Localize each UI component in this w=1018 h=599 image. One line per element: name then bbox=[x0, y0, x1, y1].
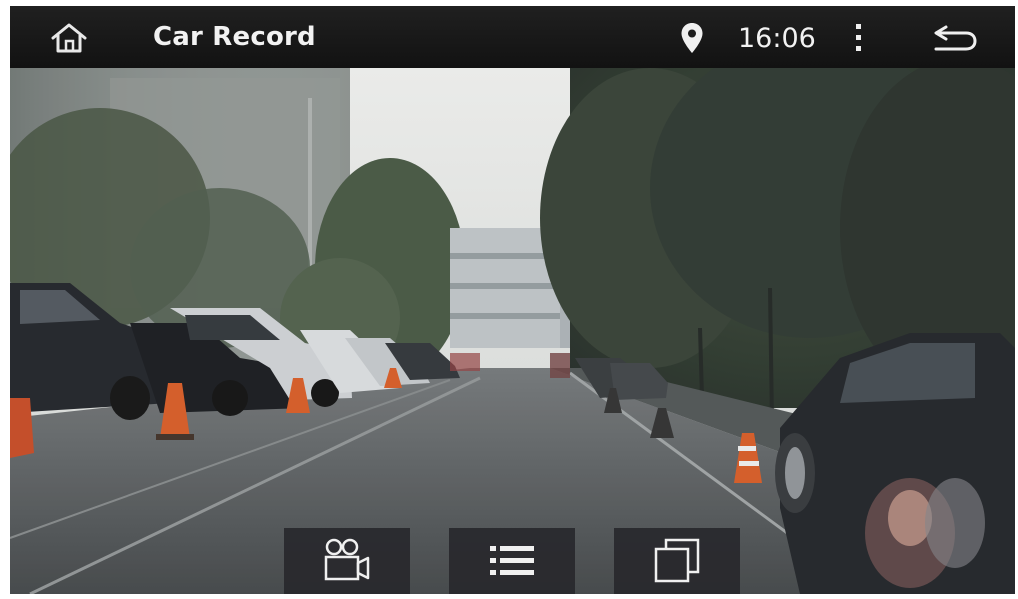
multi-window-button[interactable] bbox=[614, 528, 740, 594]
location-pin-icon bbox=[681, 23, 703, 53]
more-menu-button[interactable] bbox=[846, 20, 872, 56]
video-camera-icon bbox=[324, 538, 370, 581]
home-icon bbox=[51, 23, 87, 53]
back-button[interactable] bbox=[928, 20, 984, 56]
car-record-screen: Car Record 16:06 bbox=[10, 6, 1015, 594]
back-arrow-icon bbox=[934, 25, 977, 51]
multi-window-icon bbox=[654, 538, 700, 583]
record-list-button[interactable] bbox=[449, 528, 575, 594]
home-button[interactable] bbox=[44, 18, 94, 58]
record-video-button[interactable] bbox=[284, 528, 410, 594]
more-vertical-icon bbox=[856, 24, 861, 51]
camera-preview[interactable] bbox=[10, 68, 1015, 594]
list-icon bbox=[490, 546, 534, 575]
top-bar: Car Record 16:06 bbox=[10, 6, 1015, 68]
status-clock: 16:06 bbox=[738, 23, 816, 54]
page-title: Car Record bbox=[153, 22, 316, 52]
street-camera-image bbox=[10, 68, 1015, 594]
